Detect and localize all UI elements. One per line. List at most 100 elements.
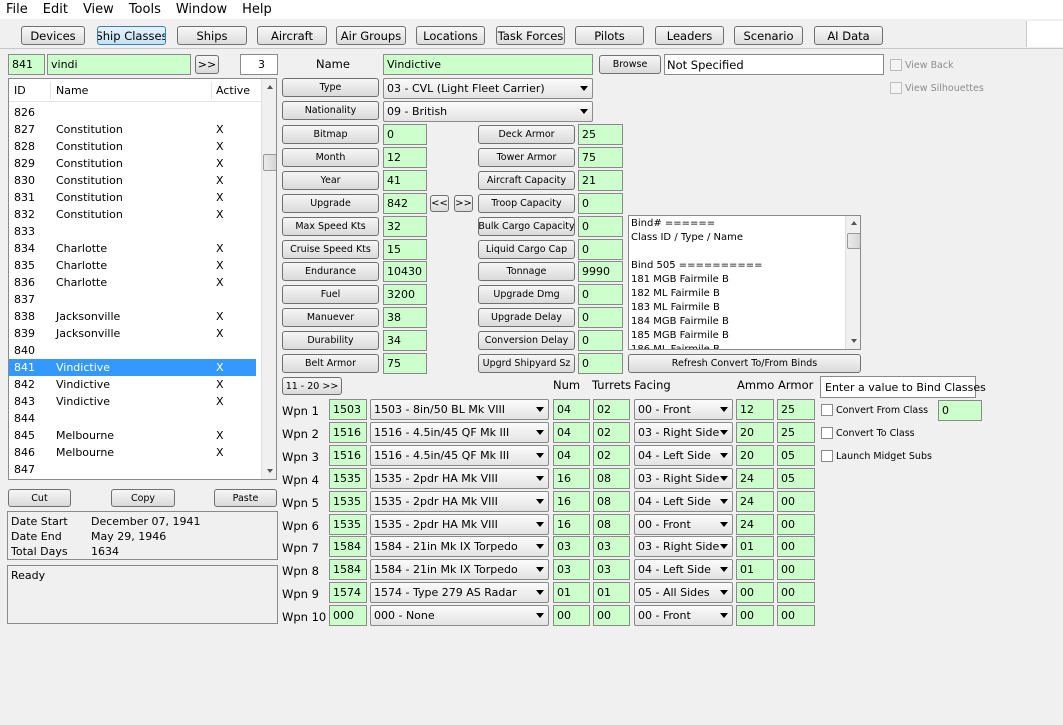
upgrade-next-button[interactable]: >> bbox=[454, 195, 473, 212]
weapon-turrets-field[interactable]: 02 bbox=[593, 422, 630, 443]
list-item[interactable]: 836 Charlotte X bbox=[9, 274, 256, 291]
tab-scenario[interactable]: Scenario bbox=[734, 26, 803, 45]
field-value[interactable]: 32 bbox=[383, 216, 427, 237]
field-value[interactable]: 0 bbox=[578, 193, 623, 214]
weapon-armor-field[interactable]: 00 bbox=[777, 559, 815, 580]
weapon-num-field[interactable]: 04 bbox=[553, 399, 590, 420]
list-item[interactable]: 829 Constitution X bbox=[9, 155, 256, 172]
weapon-turrets-field[interactable]: 02 bbox=[593, 445, 630, 466]
list-item[interactable]: 828 Constitution X bbox=[9, 138, 256, 155]
weapon-facing-select[interactable]: 03 - Right Side bbox=[634, 422, 733, 443]
view-silhouettes-checkbox[interactable] bbox=[890, 82, 902, 94]
weapon-device-select[interactable]: 1574 - Type 279 AS Radar bbox=[370, 582, 549, 603]
scroll-down-icon[interactable] bbox=[267, 469, 273, 473]
field-button[interactable]: Max Speed Kts bbox=[282, 217, 379, 236]
ship-class-list[interactable]: ID Name Active 826 827 Constitution X 828 Con… bbox=[8, 78, 277, 480]
weapon-armor-field[interactable]: 00 bbox=[777, 514, 815, 535]
tab-ai-data[interactable]: AI Data bbox=[814, 26, 883, 45]
field-button[interactable]: Troop Capacity bbox=[478, 194, 575, 213]
weapon-armor-field[interactable]: 00 bbox=[777, 536, 815, 557]
weapon-ammo-field[interactable]: 20 bbox=[736, 422, 774, 443]
tab-ships[interactable]: Ships bbox=[177, 26, 247, 45]
list-scroll-thumb[interactable] bbox=[263, 154, 276, 171]
weapon-armor-field[interactable]: 05 bbox=[777, 445, 815, 466]
weapon-facing-select[interactable]: 03 - Right Side bbox=[634, 468, 733, 489]
field-button[interactable]: Bulk Cargo Capacity bbox=[478, 217, 575, 236]
list-item[interactable]: 841 Vindictive X bbox=[9, 359, 256, 376]
bind-list[interactable]: Bind# ====== Class ID / Type / Name Bind 5… bbox=[628, 215, 861, 350]
weapon-turrets-field[interactable]: 01 bbox=[593, 582, 630, 603]
weapon-code-field[interactable]: 1516 bbox=[329, 422, 367, 443]
nationality-select[interactable]: 09 - British bbox=[383, 101, 593, 122]
weapon-turrets-field[interactable]: 03 bbox=[593, 559, 630, 580]
list-item[interactable]: 830 Constitution X bbox=[9, 172, 256, 189]
upgrade-prev-button[interactable]: << bbox=[430, 195, 449, 212]
search-name-field[interactable]: vindi bbox=[47, 54, 191, 75]
field-button[interactable]: Upgrade bbox=[282, 194, 379, 213]
weapon-device-select[interactable]: 1584 - 21in Mk IX Torpedo bbox=[370, 559, 549, 580]
field-value[interactable]: 10430 bbox=[383, 261, 427, 282]
menu-window[interactable]: Window bbox=[176, 2, 227, 17]
list-item[interactable]: 835 Charlotte X bbox=[9, 257, 256, 274]
field-value[interactable]: 38 bbox=[383, 307, 427, 328]
tab-leaders[interactable]: Leaders bbox=[655, 26, 724, 45]
weapon-facing-select[interactable]: 04 - Left Side bbox=[634, 559, 733, 580]
list-item[interactable]: 833 bbox=[9, 223, 256, 240]
bind-list-scrollbar[interactable] bbox=[845, 216, 860, 349]
launch-midget-subs-checkbox[interactable] bbox=[821, 450, 833, 462]
field-button[interactable]: Upgrade Delay bbox=[478, 308, 575, 327]
browse-button[interactable]: Browse bbox=[599, 55, 661, 74]
weapon-code-field[interactable]: 1535 bbox=[329, 491, 367, 512]
field-button[interactable]: Tower Armor bbox=[478, 148, 575, 167]
type-button[interactable]: Type bbox=[282, 78, 379, 97]
weapon-facing-select[interactable]: 05 - All Sides bbox=[634, 582, 733, 603]
weapon-ammo-field[interactable]: 01 bbox=[736, 536, 774, 557]
list-item[interactable]: 837 bbox=[9, 291, 256, 308]
field-value[interactable]: 75 bbox=[383, 353, 427, 374]
weapon-ammo-field[interactable]: 01 bbox=[736, 559, 774, 580]
weapon-code-field[interactable]: 000 bbox=[329, 605, 367, 626]
field-value[interactable]: 25 bbox=[578, 124, 623, 145]
scroll-up-icon[interactable] bbox=[851, 221, 857, 225]
field-button[interactable]: Upgrade Dmg bbox=[478, 285, 575, 304]
tab-aircraft[interactable]: Aircraft bbox=[257, 26, 327, 45]
field-button[interactable]: Aircraft Capacity bbox=[478, 171, 575, 190]
list-item[interactable]: 832 Constitution X bbox=[9, 206, 256, 223]
weapon-armor-field[interactable]: 00 bbox=[777, 605, 815, 626]
tab-ship-classes[interactable]: Ship Classes bbox=[97, 26, 166, 45]
weapon-ammo-field[interactable]: 00 bbox=[736, 582, 774, 603]
list-item[interactable]: 831 Constitution X bbox=[9, 189, 256, 206]
tab-task-forces[interactable]: Task Forces bbox=[496, 26, 565, 45]
weapon-armor-field[interactable]: 00 bbox=[777, 582, 815, 603]
field-button[interactable]: Month bbox=[282, 148, 379, 167]
weapon-facing-select[interactable]: 03 - Right Side bbox=[634, 536, 733, 557]
weapon-ammo-field[interactable]: 24 bbox=[736, 514, 774, 535]
weapon-ammo-field[interactable]: 20 bbox=[736, 445, 774, 466]
convert-to-checkbox[interactable] bbox=[821, 427, 833, 439]
list-item[interactable]: 844 bbox=[9, 410, 256, 427]
field-value[interactable]: 21 bbox=[578, 170, 623, 191]
type-select[interactable]: 03 - CVL (Light Fleet Carrier) bbox=[383, 78, 593, 99]
scroll-down-icon[interactable] bbox=[851, 339, 857, 343]
weapon-num-field[interactable]: 16 bbox=[553, 468, 590, 489]
menu-file[interactable]: File bbox=[6, 2, 28, 17]
weapon-facing-select[interactable]: 04 - Left Side bbox=[634, 491, 733, 512]
field-button[interactable]: Conversion Delay bbox=[478, 331, 575, 350]
list-item[interactable]: 834 Charlotte X bbox=[9, 240, 256, 257]
nationality-button[interactable]: Nationality bbox=[282, 101, 379, 120]
weapon-ammo-field[interactable]: 24 bbox=[736, 491, 774, 512]
list-item[interactable]: 826 bbox=[9, 104, 256, 121]
weapons-page-button[interactable]: 11 - 20 >> bbox=[282, 377, 342, 395]
menu-view[interactable]: View bbox=[83, 2, 114, 17]
field-value[interactable]: 75 bbox=[578, 147, 623, 168]
weapon-device-select[interactable]: 1503 - 8in/50 BL Mk VIII bbox=[370, 399, 549, 420]
field-value[interactable]: 41 bbox=[383, 170, 427, 191]
refresh-binds-button[interactable]: Refresh Convert To/From Binds bbox=[628, 354, 861, 373]
paste-button[interactable]: Paste bbox=[214, 489, 277, 507]
weapon-code-field[interactable]: 1535 bbox=[329, 468, 367, 489]
weapon-device-select[interactable]: 000 - None bbox=[370, 605, 549, 626]
weapon-device-select[interactable]: 1516 - 4.5in/45 QF Mk III bbox=[370, 422, 549, 443]
scroll-up-icon[interactable] bbox=[267, 85, 273, 89]
weapon-facing-select[interactable]: 00 - Front bbox=[634, 399, 733, 420]
weapon-armor-field[interactable]: 25 bbox=[777, 422, 815, 443]
